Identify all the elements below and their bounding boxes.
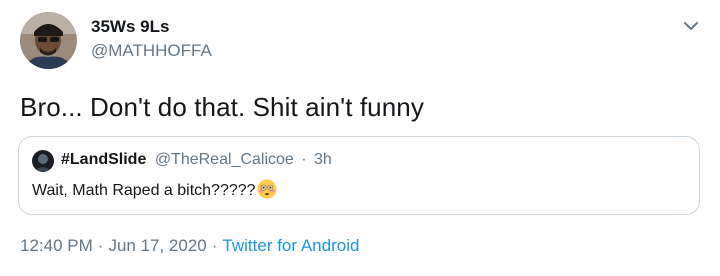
meta-separator: · (97, 236, 104, 255)
author-avatar[interactable] (20, 12, 77, 69)
author-name[interactable]: 35Ws 9Ls (91, 17, 169, 37)
tweet-card: 35Ws 9Ls @MATHHOFFA Bro... Don't do that… (0, 0, 720, 276)
quoted-timestamp[interactable]: 3h (314, 151, 332, 168)
meta-separator: · (211, 236, 218, 255)
tweet-time[interactable]: 12:40 PM (20, 236, 93, 255)
tweet-date[interactable]: Jun 17, 2020 (108, 236, 206, 255)
user-avatar-photo-icon (20, 12, 77, 69)
tweet-meta: 12:40 PM · Jun 17, 2020 · Twitter for Androi… (20, 236, 359, 256)
quoted-separator: · (301, 151, 307, 168)
author-handle[interactable]: @MATHHOFFA (91, 41, 212, 61)
flushed-face-emoji-icon (257, 179, 277, 199)
tweet-menu-button[interactable] (679, 14, 703, 38)
quoted-author-handle[interactable]: @TheReal_Calicoe (155, 151, 294, 168)
quoted-tweet-header: #LandSlide @TheReal_Calicoe · 3h (61, 151, 332, 169)
chevron-down-icon (684, 22, 698, 30)
tweet-source-link[interactable]: Twitter for Android (222, 236, 359, 255)
user-avatar-icon (32, 150, 54, 172)
tweet-text: Bro... Don't do that. Shit ain't funny (20, 92, 424, 122)
quoted-tweet[interactable]: #LandSlide @TheReal_Calicoe · 3h Wait, M… (18, 136, 700, 215)
quoted-author-name[interactable]: #LandSlide (61, 151, 146, 168)
quoted-text-content: Wait, Math Raped a bitch????? (32, 182, 256, 199)
quoted-author-avatar[interactable] (32, 150, 54, 172)
quoted-tweet-text: Wait, Math Raped a bitch????? (32, 179, 277, 200)
